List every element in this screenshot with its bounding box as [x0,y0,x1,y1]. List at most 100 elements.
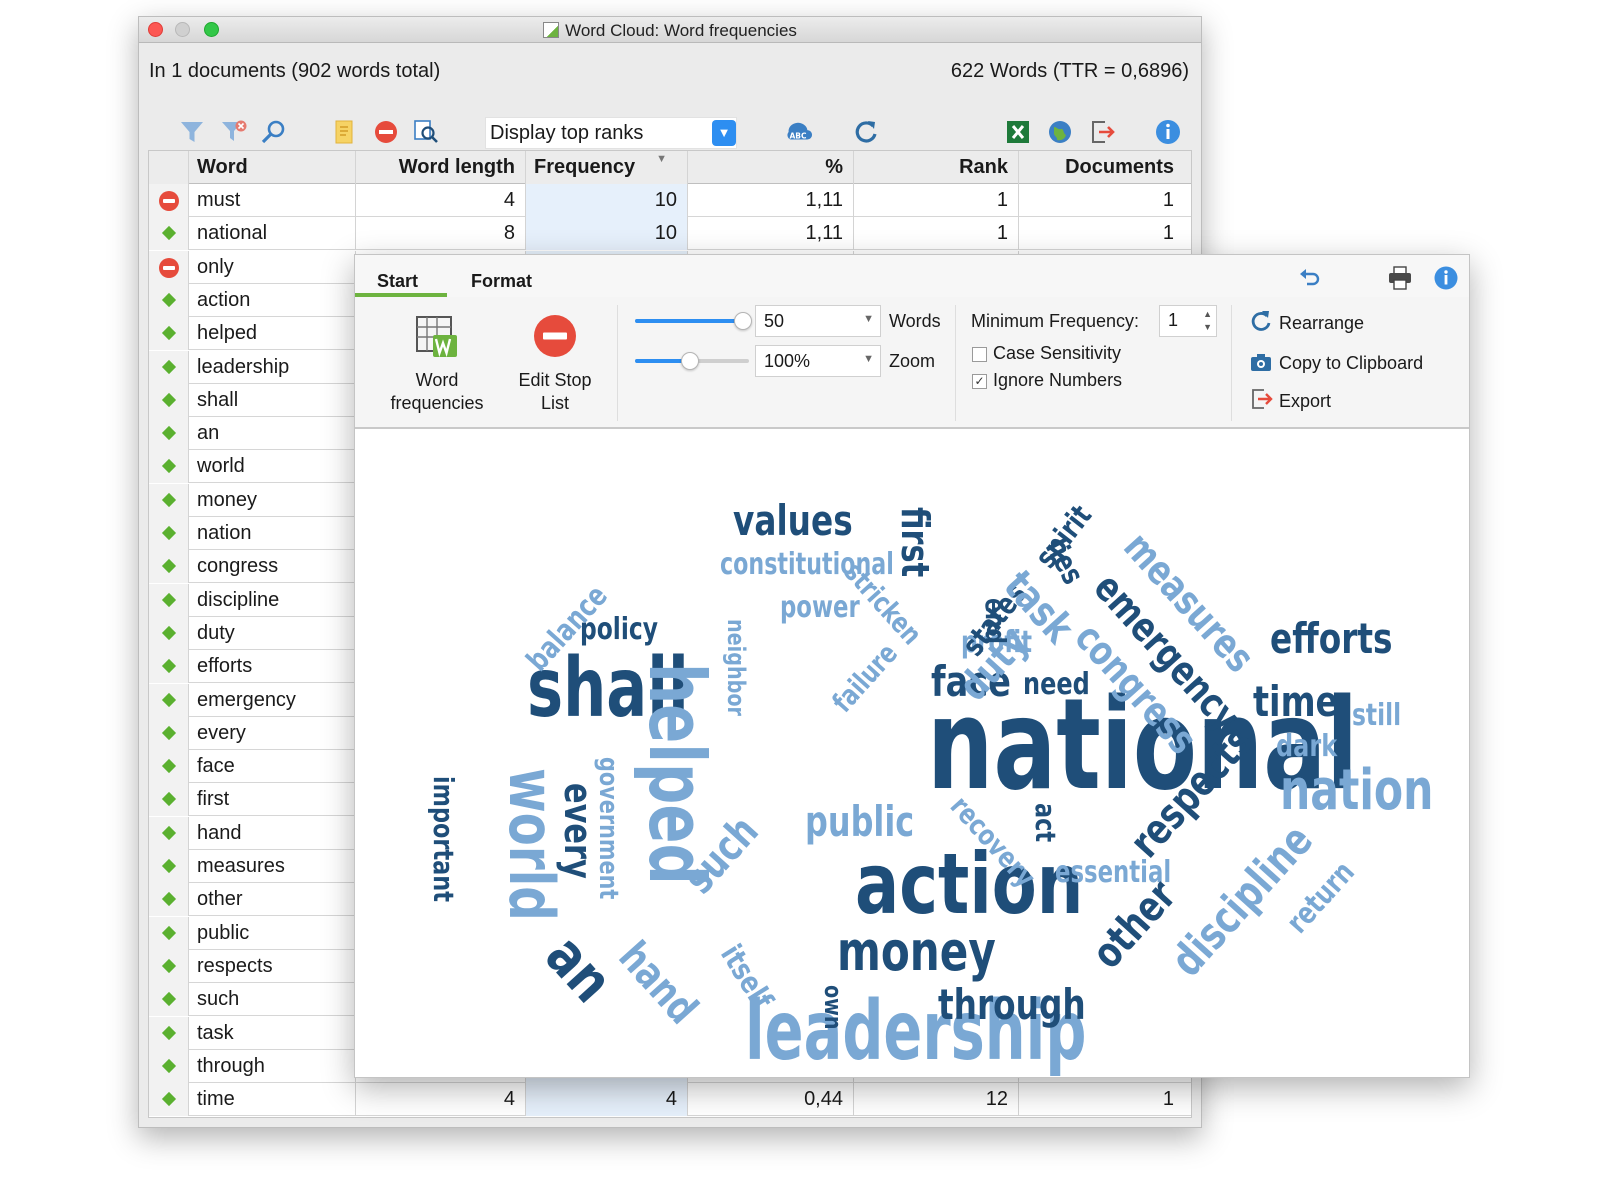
note-icon[interactable] [329,117,359,147]
table-row[interactable]: time 4 4 0,44 12 1 [149,1083,1191,1117]
keep-word-icon[interactable] [161,725,177,740]
copy-to-clipboard-button[interactable]: Copy to Clipboard [1249,349,1469,377]
cloud-word-efforts[interactable]: efforts [1270,614,1393,663]
chevron-down-icon[interactable]: ▼ [863,313,874,325]
cloud-word-nation[interactable]: nation [1280,757,1433,822]
info-icon[interactable] [1153,117,1183,147]
print-icon[interactable] [1387,265,1413,296]
zoom-slider[interactable] [635,352,749,370]
word-frequencies-button[interactable]: Word frequencies [373,307,501,419]
keep-word-icon[interactable] [161,559,177,574]
flag-cell[interactable] [149,883,189,917]
stop-icon[interactable] [371,117,401,147]
flag-cell[interactable] [149,317,189,351]
keep-word-icon[interactable] [161,1058,177,1073]
display-top-ranks-select[interactable]: Display top ranks ▼ [485,117,737,149]
column-header-word[interactable]: Word [189,151,356,184]
words-combo[interactable]: 50 ▼ [755,305,881,337]
column-header-rank[interactable]: Rank [854,151,1019,184]
cloud-word-every[interactable]: every [555,783,599,879]
flag-cell[interactable] [149,650,189,684]
flag-cell[interactable] [149,783,189,817]
edit-stop-list-button[interactable]: Edit Stop List [505,307,605,419]
stop-word-icon[interactable] [159,257,179,278]
cloud-word-own[interactable]: own [818,985,846,1030]
flag-cell[interactable] [149,450,189,484]
keep-word-icon[interactable] [161,359,177,374]
undo-icon[interactable] [1297,267,1321,296]
keep-word-icon[interactable] [161,858,177,874]
cloud-word-values[interactable]: values [733,496,853,545]
cloud-word-public[interactable]: public [805,797,914,847]
words-slider[interactable] [635,312,752,330]
tab-start[interactable]: Start [377,271,418,292]
keep-word-icon[interactable] [161,925,177,940]
keep-word-icon[interactable] [161,958,177,973]
inspect-icon[interactable] [411,117,441,147]
flag-cell[interactable] [149,517,189,550]
cloud-word-hand[interactable]: hand [610,932,708,1033]
search-icon[interactable] [259,117,289,147]
keep-word-icon[interactable] [161,426,177,441]
flag-column-header[interactable] [149,151,189,184]
zoom-slider-knob[interactable] [681,352,699,370]
tab-format[interactable]: Format [471,271,532,292]
chevron-down-icon[interactable]: ▼ [863,353,874,365]
flag-cell[interactable] [149,1016,189,1050]
flag-cell[interactable] [149,750,189,784]
cloud-word-still[interactable]: still [1352,698,1401,733]
flag-cell[interactable] [149,616,189,650]
refresh-icon[interactable] [851,117,881,147]
keep-word-icon[interactable] [161,825,177,840]
cloud-word-an[interactable]: an [532,923,625,1016]
keep-word-icon[interactable] [161,1025,177,1040]
keep-word-icon[interactable] [161,892,177,907]
flag-cell[interactable] [149,949,189,983]
flag-cell[interactable] [149,217,189,251]
excel-icon[interactable] [1003,117,1033,147]
table-row[interactable]: national 8 10 1,11 1 1 [149,217,1191,251]
table-row[interactable]: must 4 10 1,11 1 1 [149,184,1191,217]
flag-cell[interactable] [149,417,189,451]
cloud-word-important[interactable]: important [427,776,460,902]
globe-icon[interactable] [1045,117,1075,147]
cloud-word-act[interactable]: act [1029,803,1062,842]
filter-clear-icon[interactable] [219,117,249,147]
cloud-word-failure[interactable]: failure [826,637,904,718]
title-bar[interactable]: Word Cloud: Word frequencies [139,17,1201,43]
flag-cell[interactable] [149,550,189,584]
cloud-word-power[interactable]: power [780,590,860,625]
flag-cell[interactable] [149,184,189,217]
keep-word-icon[interactable] [161,392,177,407]
flag-cell[interactable] [149,683,189,717]
cloud-word-money[interactable]: money [837,921,996,983]
keep-word-icon[interactable] [161,692,177,707]
flag-cell[interactable] [149,383,189,417]
flag-cell[interactable] [149,483,189,517]
words-slider-knob[interactable] [734,312,752,330]
column-header-documents[interactable]: Documents [1019,151,1184,184]
flag-cell[interactable] [149,350,189,384]
case-sensitivity-checkbox[interactable] [972,347,987,362]
cloud-word-dark[interactable]: dark [1276,729,1338,763]
keep-word-icon[interactable] [161,792,177,807]
cloud-word-through[interactable]: through [938,980,1086,1029]
column-header-frequency[interactable]: Frequency ▼ [526,151,688,184]
keep-word-icon[interactable] [161,459,177,474]
spellcheck-icon[interactable]: ABC [783,117,813,147]
cloud-word-action[interactable]: action [855,835,1083,933]
word-cloud-canvas[interactable]: nationalactionleadershipshallhelpedworld… [355,431,1470,1078]
zoom-combo[interactable]: 100% ▼ [755,345,881,377]
filter-icon[interactable] [177,117,207,147]
rearrange-button[interactable]: Rearrange [1249,309,1449,337]
keep-word-icon[interactable] [161,292,177,307]
stepper-arrows-icon[interactable]: ▲ ▼ [1203,308,1212,334]
info-icon[interactable] [1433,265,1459,296]
ignore-numbers-checkbox[interactable]: ✓ [972,374,987,389]
export-icon[interactable] [1087,117,1117,147]
flag-cell[interactable] [149,1083,189,1117]
cloud-word-neighbor[interactable]: neighbor [721,619,749,716]
cloud-word-need[interactable]: need [1023,667,1090,701]
keep-word-icon[interactable] [161,592,177,607]
keep-word-icon[interactable] [161,759,177,774]
